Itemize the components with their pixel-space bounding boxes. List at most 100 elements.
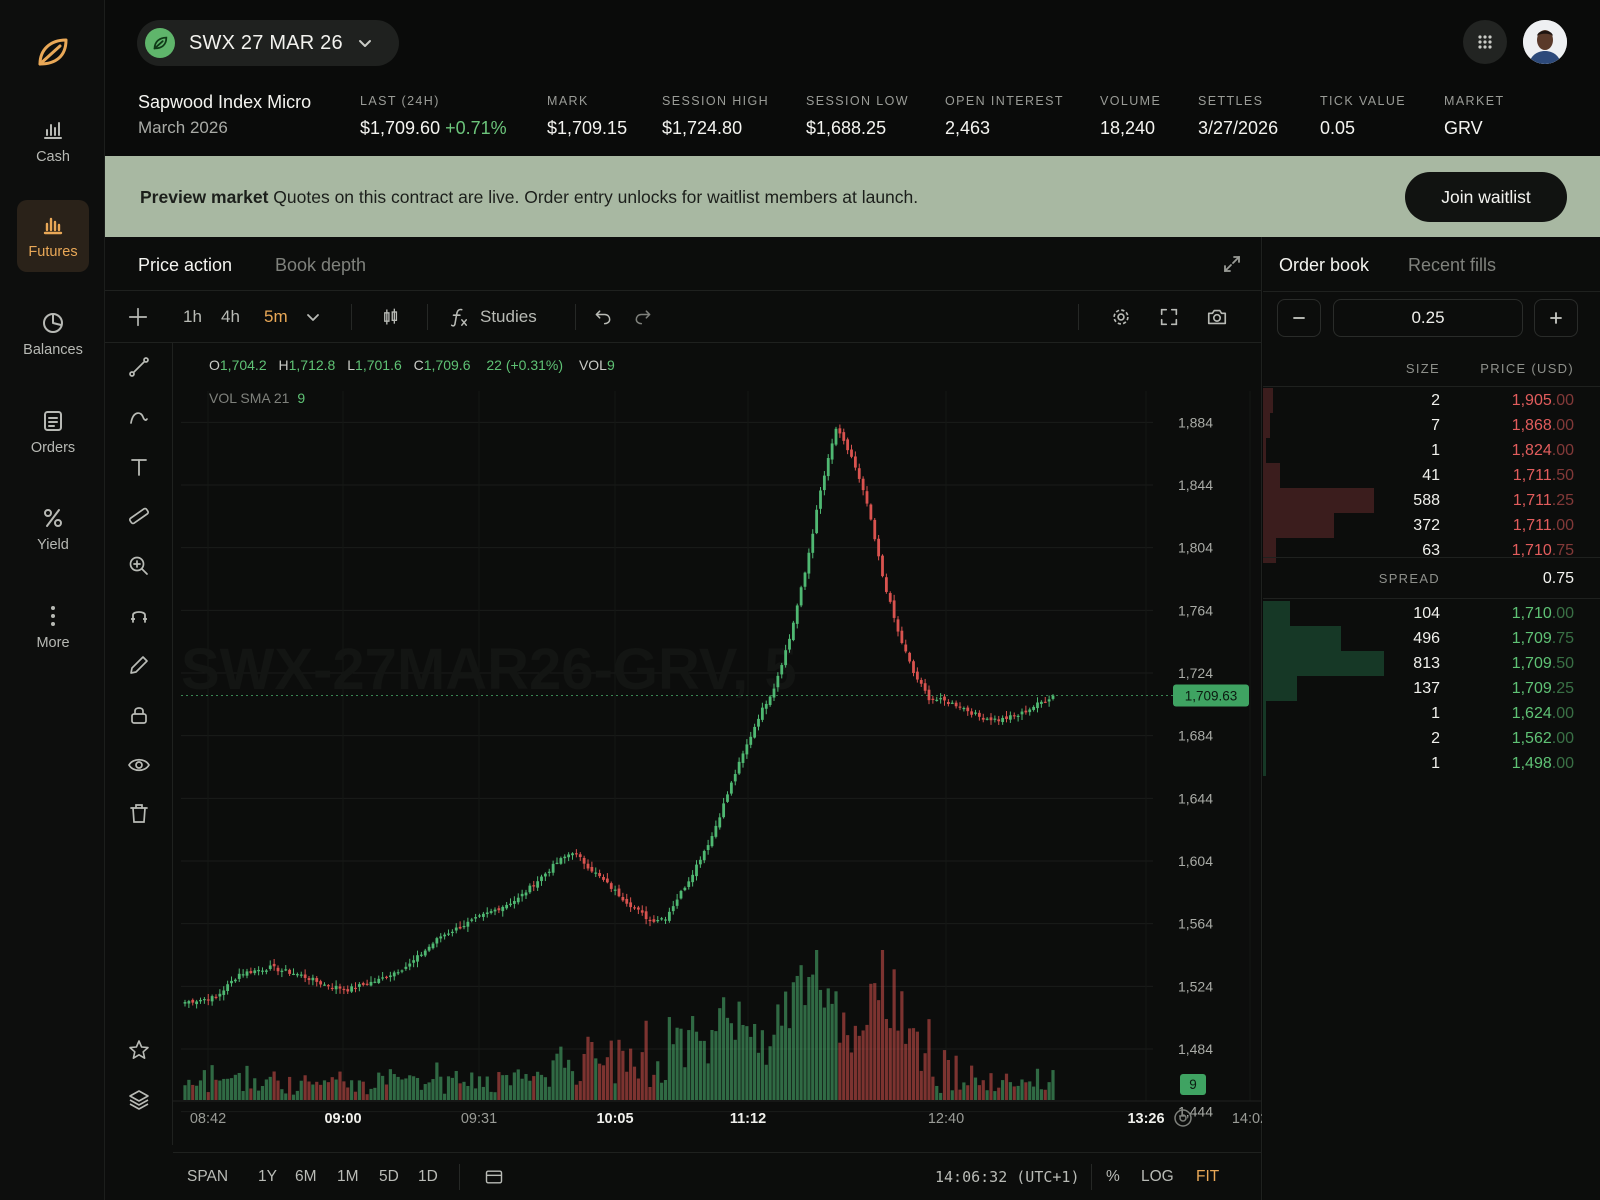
candle [950, 702, 954, 704]
range-5d[interactable]: 5D [379, 1153, 399, 1200]
interval-4h[interactable]: 4h [221, 291, 240, 343]
redo-button[interactable] [633, 291, 653, 343]
increment-button[interactable] [1534, 299, 1578, 337]
depth-bar [1263, 726, 1267, 751]
tab-recent-fills[interactable]: Recent fills [1408, 255, 1496, 276]
trend-line-icon[interactable] [127, 355, 151, 379]
interval-1h[interactable]: 1h [183, 291, 202, 343]
volume-bar [679, 1028, 683, 1100]
tab-order-book[interactable]: Order book [1279, 255, 1369, 276]
volume-bar [892, 969, 896, 1100]
bid-row[interactable]: 1 1,624.00 [1263, 701, 1600, 726]
candle [323, 984, 326, 986]
bid-row[interactable]: 137 1,709.25 [1263, 676, 1600, 701]
bid-row[interactable]: 496 1,709.75 [1263, 626, 1600, 651]
market-header: SWX 27 MAR 26 Sapwood Index Micro March … [105, 0, 1600, 156]
studies-button[interactable]: Studies [448, 291, 537, 343]
bid-row[interactable]: 2 1,562.00 [1263, 726, 1600, 751]
zoom-in-icon[interactable] [127, 554, 151, 578]
price-chart[interactable]: SWX-27MAR26-GRV, 5 1,884 1,844 1,804 1,764 1… [173, 343, 1268, 1147]
sidebar-item-cash[interactable]: Cash [17, 105, 89, 177]
candle-type-button[interactable] [381, 291, 401, 343]
volume-bar [977, 1085, 981, 1100]
snapshot-button[interactable] [1206, 291, 1228, 343]
range-1d[interactable]: 1D [418, 1153, 438, 1200]
ask-row[interactable]: 1 1,824.00 [1263, 438, 1600, 463]
star-icon[interactable] [127, 1038, 151, 1062]
crosshair-tool-button[interactable] [127, 291, 149, 343]
ask-row[interactable]: 372 1,711.00 [1263, 513, 1600, 538]
price-increment-field[interactable]: 0.25 [1333, 299, 1523, 337]
candle [985, 718, 989, 720]
volume-bar [931, 1076, 935, 1100]
candle [1051, 695, 1055, 699]
candle [1008, 715, 1012, 720]
text-tool-icon[interactable] [127, 455, 151, 479]
sidebar-item-orders[interactable]: Orders [17, 396, 89, 468]
candle [908, 652, 912, 662]
interval-dropdown-button[interactable] [305, 291, 321, 343]
ask-row[interactable]: 2 1,905.00 [1263, 388, 1600, 413]
tab-book-depth[interactable]: Book depth [275, 255, 366, 276]
volume-bar [574, 1084, 578, 1100]
candle [245, 971, 249, 976]
expand-icon[interactable] [1222, 254, 1242, 274]
bid-row[interactable]: 813 1,709.50 [1263, 651, 1600, 676]
last-price: $1,709.60 [360, 118, 441, 138]
undo-button[interactable] [593, 291, 613, 343]
layers-icon[interactable] [127, 1088, 151, 1112]
ruler-icon[interactable] [127, 504, 151, 528]
volume-bar [830, 1003, 834, 1100]
user-avatar[interactable] [1523, 20, 1567, 64]
tab-price-action[interactable]: Price action [138, 255, 232, 276]
join-waitlist-button[interactable]: Join waitlist [1405, 172, 1567, 222]
chart-canvas[interactable]: SWX-27MAR26-GRV, 5 1,884 1,844 1,804 1,764 1… [173, 343, 1268, 1147]
apps-grid-button[interactable] [1463, 20, 1507, 64]
curve-tool-icon[interactable] [127, 405, 151, 429]
magnet-icon[interactable] [127, 604, 151, 628]
bid-row[interactable]: 1 1,498.00 [1263, 751, 1600, 776]
trash-icon[interactable] [127, 802, 151, 826]
instrument-name: Sapwood Index Micro [138, 92, 312, 112]
pencil-icon[interactable] [127, 653, 151, 677]
ask-row[interactable]: 41 1,711.50 [1263, 463, 1600, 488]
volume-bar [381, 1075, 385, 1100]
range-6m[interactable]: 6M [295, 1153, 317, 1200]
symbol-selector[interactable]: SWX 27 MAR 26 [137, 20, 399, 66]
candle [691, 874, 695, 883]
volume-bar [1012, 1086, 1016, 1100]
lock-icon[interactable] [127, 703, 151, 727]
y-tick-label: 1,884 [1178, 414, 1213, 430]
ask-row[interactable]: 588 1,711.25 [1263, 488, 1600, 513]
candle [404, 966, 408, 969]
chart-settings-button[interactable] [1110, 291, 1132, 343]
volume-bar [307, 1081, 311, 1100]
candle [873, 519, 877, 540]
candle [280, 970, 284, 972]
percent-scale-toggle[interactable]: % [1106, 1153, 1120, 1200]
leaf-logo-icon[interactable] [32, 32, 72, 72]
ask-row[interactable]: 7 1,868.00 [1263, 413, 1600, 438]
decrement-button[interactable] [1277, 299, 1321, 337]
date-range-button[interactable] [484, 1153, 504, 1200]
volume-bar [598, 1063, 602, 1100]
volume-bar [183, 1085, 187, 1100]
fit-scale-toggle[interactable]: FIT [1196, 1153, 1219, 1200]
candle [547, 871, 551, 873]
volume-bar [570, 1071, 575, 1100]
fullscreen-button[interactable] [1158, 291, 1180, 343]
log-scale-toggle[interactable]: LOG [1141, 1153, 1174, 1200]
sidebar-item-yield[interactable]: Yield [17, 493, 89, 565]
bid-row[interactable]: 104 1,710.00 [1263, 601, 1600, 626]
volume-bar [563, 1067, 567, 1100]
candle [664, 919, 667, 921]
fullscreen-icon [1160, 308, 1178, 326]
range-1m[interactable]: 1M [337, 1153, 359, 1200]
sidebar-item-balances[interactable]: Balances [17, 298, 89, 370]
eye-icon[interactable] [127, 753, 151, 777]
volume-bar [625, 1071, 629, 1100]
sidebar-item-futures[interactable]: Futures [17, 200, 89, 272]
range-1y[interactable]: 1Y [258, 1153, 277, 1200]
interval-5m[interactable]: 5m [264, 291, 288, 343]
sidebar-item-more[interactable]: More [17, 591, 89, 663]
